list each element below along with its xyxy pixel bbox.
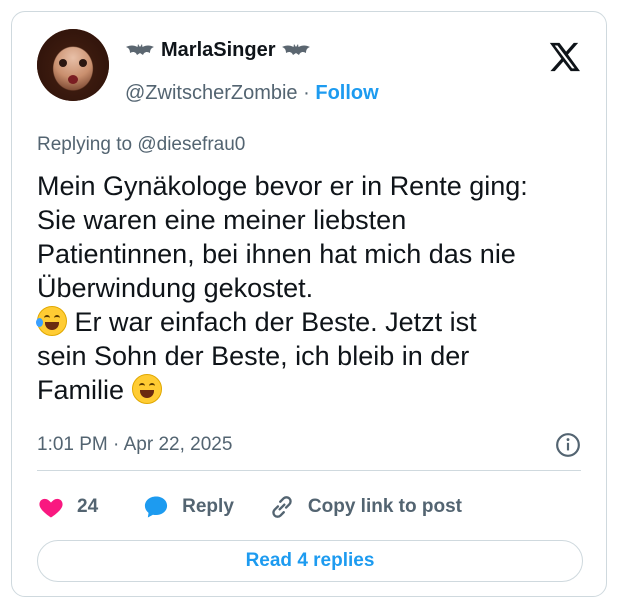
- post-line-with-emoji: Er war einfach der Beste. Jetzt ist: [36, 305, 597, 339]
- author-handle-row: @ZwitscherZombie · Follow: [125, 82, 379, 105]
- tweet-card: MarlaSinger @ZwitscherZombie · Follow Re…: [11, 11, 607, 597]
- like-count: 24: [77, 496, 99, 517]
- avatar-mouth: [68, 75, 78, 84]
- heart-icon: [39, 498, 63, 518]
- post-text: Mein Gynäkologe bevor er in Rente ging: …: [36, 169, 597, 407]
- follow-button[interactable]: Follow: [315, 82, 378, 104]
- post-line: Überwindung gekostet.: [37, 273, 314, 303]
- grinning-squinting-face-emoji: [131, 374, 162, 404]
- timestamp-separator: ·: [113, 434, 120, 455]
- post-line: Sie waren eine meiner liebsten: [37, 205, 407, 235]
- bat-icon: [282, 43, 311, 55]
- info-icon[interactable]: [555, 432, 581, 458]
- post-date: Apr 22, 2025: [123, 434, 233, 455]
- reply-label: Reply: [182, 496, 234, 517]
- post-timestamp[interactable]: 1:01 PM · Apr 22, 2025: [37, 434, 232, 456]
- action-bar: 24 Reply Copy link to post: [37, 490, 462, 524]
- post-line-with-emoji: Familie: [37, 373, 597, 407]
- handle-separator: ·: [303, 82, 310, 104]
- post-line: Familie: [37, 375, 125, 405]
- read-replies-button[interactable]: Read 4 replies: [37, 540, 583, 582]
- x-logo-icon[interactable]: [547, 40, 581, 74]
- reply-context-mention[interactable]: @diesefrau0: [137, 134, 245, 155]
- author-display-name[interactable]: MarlaSinger: [161, 39, 275, 62]
- link-icon: [272, 496, 292, 518]
- post-time: 1:01 PM: [37, 434, 108, 455]
- like-button[interactable]: 24: [37, 493, 98, 521]
- reply-context: Replying to @diesefrau0: [37, 134, 245, 156]
- post-line: Patientinnen, bei ihnen hat mich das nie: [37, 239, 516, 269]
- reply-context-prefix: Replying to: [37, 134, 133, 155]
- avatar[interactable]: [37, 29, 109, 101]
- post-line: Mein Gynäkologe bevor er in Rente ging:: [37, 171, 528, 201]
- divider: [37, 470, 581, 471]
- post-line: Er war einfach der Beste. Jetzt ist: [74, 307, 477, 337]
- copy-link-button[interactable]: Copy link to post: [268, 493, 462, 521]
- author-handle[interactable]: @ZwitscherZombie: [125, 82, 298, 104]
- post-line: sein Sohn der Beste, ich bleib in der: [37, 341, 470, 371]
- avatar-eye: [79, 59, 87, 67]
- speech-bubble-icon: [145, 496, 168, 518]
- rolling-on-floor-laughing-emoji: [36, 306, 67, 336]
- reply-button[interactable]: Reply: [142, 493, 234, 521]
- author-name-row[interactable]: MarlaSinger: [125, 39, 311, 62]
- bat-icon: [126, 43, 154, 55]
- copy-link-label: Copy link to post: [307, 496, 462, 517]
- avatar-eye: [59, 59, 67, 67]
